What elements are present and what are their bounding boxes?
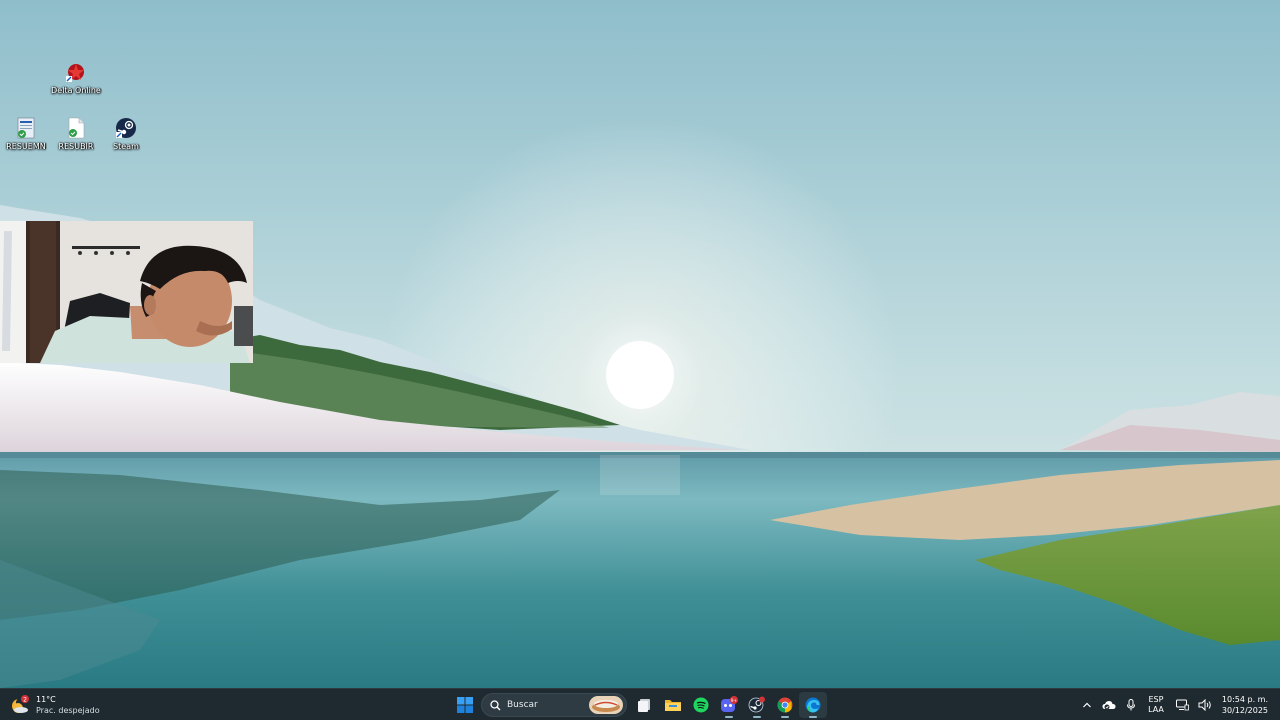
- windows-start-icon: [457, 697, 473, 713]
- taskbar-center: Buscar 9+: [451, 692, 827, 718]
- folder-icon: [665, 700, 681, 711]
- file-explorer-button[interactable]: [659, 692, 687, 718]
- show-hidden-icons-button[interactable]: [1076, 692, 1098, 718]
- file-shortcut-icon: [64, 116, 88, 140]
- start-button[interactable]: [451, 692, 479, 718]
- taskbar-search[interactable]: Buscar: [481, 693, 627, 717]
- taskbar: 2 11°C Prac. despejado Buscar 9+ ESP LAA…: [0, 688, 1280, 720]
- steam-icon: [114, 116, 138, 140]
- edge-button[interactable]: [799, 692, 827, 718]
- chrome-button[interactable]: [771, 692, 799, 718]
- weather-moon-icon: 2: [10, 695, 30, 715]
- desktop-icon-label: RESUEMN: [6, 142, 46, 151]
- desktop-icon-label: RESUBIR: [58, 142, 94, 151]
- discord-icon: 9+: [721, 696, 738, 712]
- desktop-icon-delta-online[interactable]: Delta Online: [50, 60, 102, 95]
- language-code: ESP: [1148, 695, 1164, 704]
- desktop-icon-label: Steam: [113, 142, 139, 151]
- steam-icon: [748, 696, 765, 713]
- discord-badge: 9+: [731, 698, 738, 704]
- microphone-button[interactable]: [1120, 692, 1142, 718]
- search-placeholder: Buscar: [507, 700, 538, 710]
- edge-icon: [805, 697, 821, 713]
- network-button[interactable]: [1172, 692, 1194, 718]
- spotify-button[interactable]: [687, 692, 715, 718]
- task-view-icon: [638, 699, 650, 712]
- system-tray: ESP LAA 10:54 p. m. 30/12/2025: [1076, 689, 1280, 720]
- clock-time: 10:54 p. m.: [1221, 695, 1268, 704]
- weather-temperature: 11°C: [36, 695, 56, 704]
- webcam-feed-image: [0, 221, 253, 363]
- weather-badge: 2: [23, 696, 27, 703]
- onedrive-button[interactable]: [1098, 692, 1120, 718]
- desktop-icon-label: Delta Online: [51, 86, 101, 95]
- speaker-icon: [1198, 699, 1211, 711]
- search-icon: [490, 699, 501, 710]
- chevron-up-icon: [1083, 702, 1092, 708]
- keyboard-layout: LAA: [1148, 705, 1164, 714]
- webcam-overlay: [0, 221, 253, 363]
- clock-date: 30/12/2025: [1221, 706, 1268, 715]
- discord-button[interactable]: 9+: [715, 692, 743, 718]
- volume-button[interactable]: [1194, 692, 1216, 718]
- desktop-icon-resuemn[interactable]: RESUEMN: [0, 116, 52, 151]
- search-highlight-image: [589, 696, 623, 714]
- input-language-indicator[interactable]: ESP LAA: [1148, 695, 1164, 715]
- steam-taskbar-button[interactable]: [743, 692, 771, 718]
- document-shortcut-icon: [14, 116, 38, 140]
- microphone-icon: [1127, 699, 1136, 711]
- taskbar-clock[interactable]: 10:54 p. m. 30/12/2025: [1222, 694, 1268, 716]
- delta-online-icon: [64, 60, 88, 84]
- network-icon: [1176, 699, 1190, 711]
- desktop-icon-resubir[interactable]: RESUBIR: [50, 116, 102, 151]
- weather-condition: Prac. despejado: [36, 706, 100, 715]
- cloud-sync-icon: [1102, 701, 1116, 710]
- chrome-icon: [777, 697, 793, 713]
- task-view-button[interactable]: [631, 692, 659, 718]
- desktop-icon-steam[interactable]: Steam: [100, 116, 152, 151]
- weather-widget[interactable]: 2 11°C Prac. despejado: [10, 693, 100, 717]
- spotify-icon: [693, 697, 709, 713]
